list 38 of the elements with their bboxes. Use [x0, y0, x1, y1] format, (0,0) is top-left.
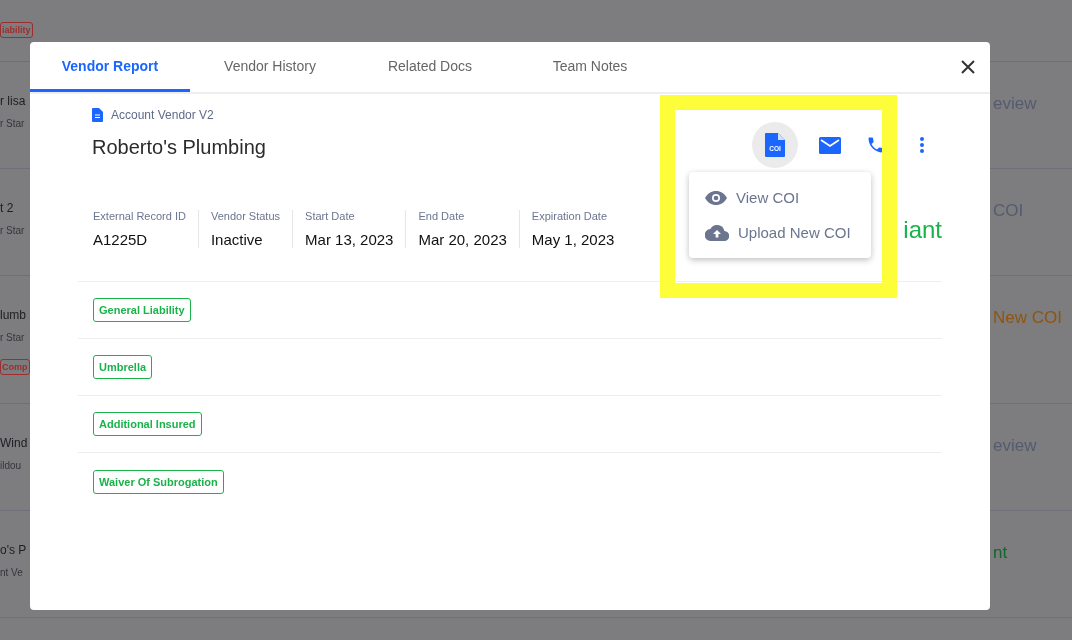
field-value: May 1, 2023 — [531, 231, 615, 248]
document-icon — [92, 108, 103, 122]
field-label: End Date — [418, 210, 466, 222]
coverage-tag: Waiver Of Subrogation — [93, 469, 224, 494]
tab[interactable]: Vendor Report — [30, 42, 190, 92]
record-type: Account Vendor V2 — [111, 108, 214, 122]
vendor-subtitle: nt Ve — [0, 567, 23, 578]
vendor-name: o's P — [0, 543, 27, 557]
compliance-status: iant — [903, 216, 942, 244]
vendor-name: Wind — [0, 436, 28, 450]
field-label: Vendor Status — [210, 210, 281, 222]
field-value: Mar 13, 2023 — [305, 231, 394, 248]
field-label: Expiration Date — [531, 210, 609, 222]
coverage-tag: General Liability — [93, 298, 191, 322]
vendor-subtitle: ildou — [0, 460, 22, 471]
field-label: External Record ID — [93, 210, 186, 222]
eye-icon — [705, 190, 727, 205]
status-tag: Comp — [0, 359, 30, 375]
coverage-tag: Umbrella — [93, 355, 153, 379]
status-tag: iability — [0, 22, 33, 38]
field-label: Start Date — [305, 210, 356, 222]
vendor-name: r lisa — [0, 94, 26, 108]
field-value: Mar 20, 2023 — [418, 231, 507, 248]
field-value: Inactive — [210, 231, 264, 248]
field-value: A1225D — [93, 231, 149, 248]
tab[interactable]: Team Notes — [510, 42, 670, 92]
tab[interactable]: Related Docs — [350, 42, 510, 92]
vendor-name: lumb — [0, 308, 26, 322]
menu-item[interactable]: Upload New COI — [689, 215, 871, 250]
vendor-subtitle: r Star — [0, 118, 25, 129]
cloud-upload-icon — [705, 224, 729, 241]
vendor-subtitle: r Star — [0, 225, 25, 236]
vendor-subtitle: r Star — [0, 332, 25, 343]
menu-item[interactable]: View COI — [689, 180, 871, 215]
coverage-tag: Additional Insured — [93, 412, 202, 436]
vendor-name: t 2 — [0, 201, 14, 215]
vendor-title: Roberto's Plumbing — [92, 136, 266, 159]
tab[interactable]: Vendor History — [190, 42, 350, 92]
